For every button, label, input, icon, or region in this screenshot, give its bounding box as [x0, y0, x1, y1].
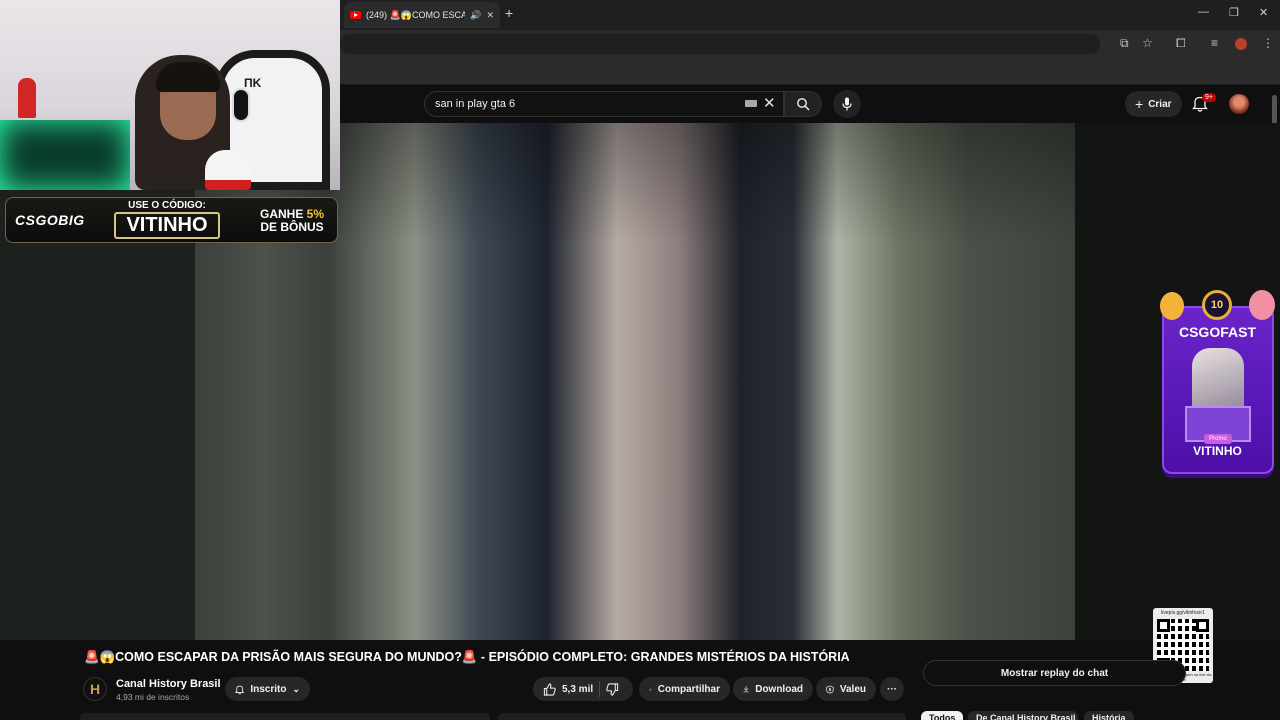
- svg-text:$: $: [829, 687, 832, 692]
- livepix-url: livepix.gg/vitinhozr1: [1161, 610, 1205, 616]
- share-label: Compartilhar: [657, 683, 720, 695]
- share-icon: [649, 687, 652, 691]
- plus-icon: +: [1135, 96, 1144, 112]
- bell-icon: [235, 685, 245, 694]
- thanks-label: Valeu: [839, 683, 866, 695]
- glove-icon: [1192, 348, 1244, 414]
- like-dislike-group: 5,3 mil: [533, 677, 633, 701]
- keyboard-icon[interactable]: [745, 100, 757, 107]
- search-value: san in play gta 6: [435, 98, 516, 110]
- webcam-microphone: [205, 150, 251, 190]
- browser-profile-avatar[interactable]: [1235, 38, 1247, 50]
- streamer-webcam: ΠK: [0, 0, 340, 190]
- description-card: [80, 713, 490, 720]
- subscriber-count: 4,93 mi de inscritos: [116, 692, 190, 702]
- csgofast-code: VITINHO: [1193, 444, 1242, 458]
- window-restore-button[interactable]: ❐: [1229, 6, 1239, 19]
- create-label: Criar: [1148, 98, 1172, 110]
- search-button[interactable]: [784, 91, 822, 117]
- address-bar[interactable]: [340, 34, 1100, 54]
- chevron-down-icon: ⌄: [292, 683, 300, 694]
- subscribed-button[interactable]: Inscrito ⌄: [225, 677, 310, 701]
- video-title: 🚨😱COMO ESCAPAR DA PRISÃO MAIS SEGURA DO …: [84, 650, 850, 664]
- promo-bonus-line2: DE BÔNUS: [260, 220, 324, 234]
- subscribed-label: Inscrito: [250, 683, 287, 695]
- user-avatar[interactable]: [1229, 94, 1249, 114]
- chip-history[interactable]: História: [1084, 711, 1134, 720]
- csgofast-title: CSGOFAST: [1178, 324, 1256, 340]
- voice-search-button[interactable]: [833, 90, 861, 118]
- create-button[interactable]: + Criar: [1125, 91, 1182, 117]
- notifications-badge: 9+: [1202, 93, 1216, 102]
- tab-close-icon[interactable]: ✕: [486, 10, 494, 21]
- share-button[interactable]: Compartilhar: [639, 677, 730, 701]
- tab-title: 🚨😱COMO ESCAPAR: [389, 9, 466, 20]
- csgobig-logo: CSGOBIG: [15, 212, 85, 228]
- qr-finder-icon: [1157, 619, 1170, 632]
- channel-name[interactable]: Canal History Brasil: [116, 678, 221, 690]
- install-app-icon[interactable]: ⧉: [1120, 36, 1129, 51]
- promo-bonus-prefix: GANHE: [259, 207, 304, 221]
- search-icon: [797, 98, 810, 111]
- window-minimize-button[interactable]: —: [1198, 6, 1209, 18]
- search-input[interactable]: san in play gta 6: [424, 91, 784, 117]
- dislike-icon[interactable]: [606, 682, 619, 696]
- webcam-chair-logo: ΠK: [244, 76, 262, 90]
- comments-card: [498, 713, 906, 720]
- browser-menu-icon[interactable]: ⋮: [1262, 36, 1274, 50]
- csgofast-anniversary-badge: 10: [1202, 290, 1232, 320]
- qr-finder-icon: [1196, 619, 1209, 632]
- youtube-favicon-icon: [350, 11, 361, 19]
- webcam-hair: [156, 62, 220, 92]
- webcam-figurine: [18, 78, 36, 118]
- screen: (249) 🚨😱COMO ESCAPAR 🔊 ✕ + — ❐ ✕ ⧉ ☆ ⧠ ≡…: [0, 0, 1280, 720]
- new-tab-button[interactable]: +: [505, 5, 513, 21]
- promo-use-code-label: USE O CÓDIGO:: [128, 200, 206, 211]
- extensions-icon[interactable]: ⧠: [1176, 36, 1186, 51]
- thanks-button[interactable]: $ Valeu: [816, 677, 876, 701]
- channel-avatar[interactable]: H: [83, 677, 107, 701]
- promo-bonus-percent: 5%: [306, 207, 325, 221]
- tab-count: (249): [366, 9, 388, 20]
- balloon-pink-icon: [1249, 290, 1275, 320]
- microphone-icon: [842, 97, 852, 111]
- tab-audio-icon[interactable]: 🔊: [470, 10, 481, 21]
- chip-all[interactable]: Todos: [921, 711, 964, 720]
- download-icon: [743, 686, 749, 693]
- webcam-headset: [232, 88, 250, 122]
- more-dots-icon: ···: [887, 683, 897, 695]
- promo-bonus-line1: GANHE 5%: [252, 207, 332, 221]
- download-label: Download: [755, 683, 803, 695]
- thanks-icon: $: [826, 685, 834, 693]
- like-count[interactable]: 5,3 mil: [562, 684, 593, 695]
- window-close-button[interactable]: ✕: [1259, 6, 1268, 19]
- browser-tab-youtube[interactable]: (249) 🚨😱COMO ESCAPAR 🔊 ✕: [344, 2, 500, 28]
- download-button[interactable]: Download: [733, 677, 813, 701]
- chip-from-channel[interactable]: De Canal History Brasil: [968, 711, 1078, 720]
- show-chat-replay-button[interactable]: Mostrar replay do chat: [923, 660, 1186, 686]
- media-control-icon[interactable]: ≡: [1211, 36, 1218, 50]
- like-divider: [599, 681, 601, 697]
- bookmark-star-icon[interactable]: ☆: [1142, 36, 1153, 50]
- csgofast-overlay: 10 CSGOFAST Promo VITINHO: [1160, 288, 1275, 476]
- balloon-gold-icon: [1160, 292, 1184, 320]
- promo-code: VITINHO: [114, 212, 220, 239]
- csgofast-promo-tag: Promo: [1204, 434, 1232, 444]
- more-actions-button[interactable]: ···: [880, 677, 904, 701]
- webcam-desk: [0, 120, 130, 190]
- clear-search-icon[interactable]: ✕: [763, 94, 776, 112]
- like-icon[interactable]: [543, 682, 556, 696]
